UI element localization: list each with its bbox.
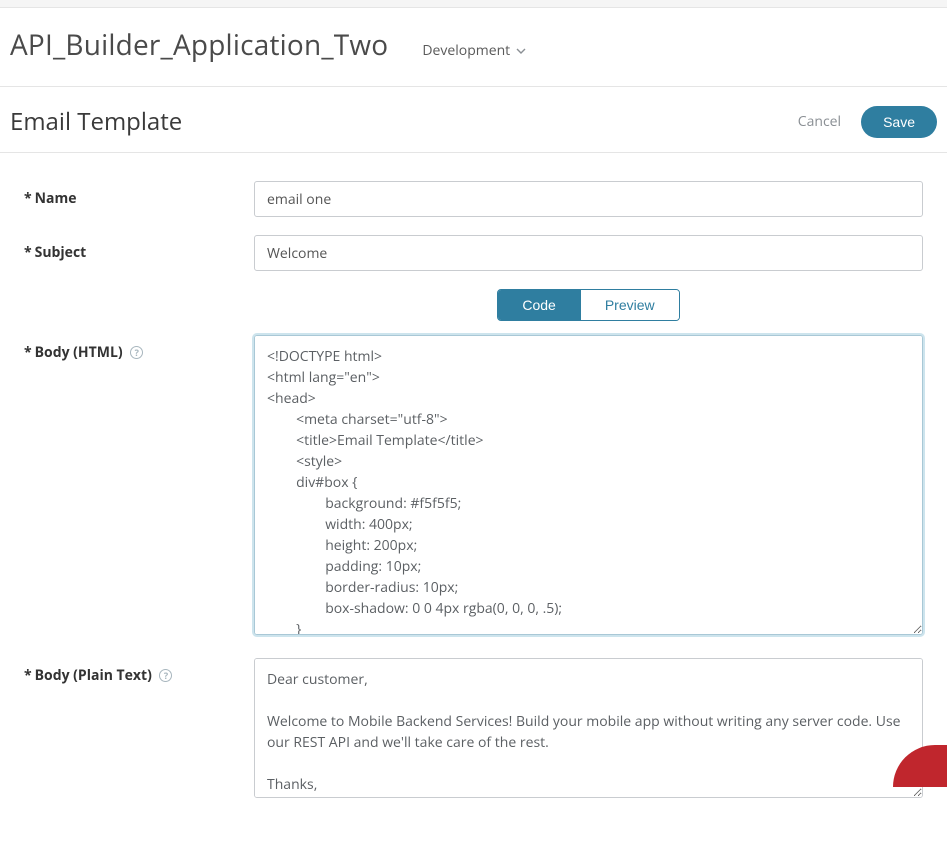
field-row-body-plain: *Body (Plain Text) ? (24, 658, 923, 803)
tab-code[interactable]: Code (498, 290, 579, 320)
name-label-text: Name (35, 189, 77, 208)
subject-label-text: Subject (35, 243, 87, 262)
body-html-label-text: Body (HTML) (35, 343, 123, 362)
body-plain-textarea[interactable] (254, 658, 923, 798)
body-html-textarea[interactable] (254, 335, 923, 635)
body-html-label: *Body (HTML) ? (24, 335, 254, 362)
body-mode-toggle: Code Preview (497, 289, 679, 321)
required-asterisk: * (24, 189, 32, 208)
environment-label: Development (422, 41, 510, 60)
body-mode-toggle-row: Code Preview (254, 289, 923, 321)
app-header: API_Builder_Application_Two Development (0, 8, 947, 87)
page-title: Email Template (10, 105, 182, 138)
chevron-down-icon (516, 46, 526, 56)
required-asterisk: * (24, 343, 32, 362)
help-icon[interactable]: ? (130, 346, 143, 359)
environment-dropdown[interactable]: Development (422, 41, 526, 60)
required-asterisk: * (24, 243, 32, 262)
subject-label: *Subject (24, 235, 254, 262)
app-title: API_Builder_Application_Two (10, 26, 388, 64)
save-button[interactable]: Save (861, 106, 937, 138)
form: *Name *Subject Code Preview *Body (HTML)… (0, 153, 947, 841)
subject-input[interactable] (254, 235, 923, 271)
tab-preview[interactable]: Preview (580, 290, 679, 320)
name-label: *Name (24, 181, 254, 208)
cancel-link[interactable]: Cancel (798, 112, 841, 131)
help-icon[interactable]: ? (159, 669, 172, 682)
page-actions: Cancel Save (798, 106, 937, 138)
window-topbar (0, 0, 947, 8)
body-plain-label-text: Body (Plain Text) (35, 666, 152, 685)
required-asterisk: * (24, 666, 32, 685)
body-plain-label: *Body (Plain Text) ? (24, 658, 254, 685)
field-row-name: *Name (24, 181, 923, 217)
page-header: Email Template Cancel Save (0, 87, 947, 153)
field-row-body-html: *Body (HTML) ? (24, 335, 923, 640)
field-row-subject: *Subject (24, 235, 923, 271)
name-input[interactable] (254, 181, 923, 217)
